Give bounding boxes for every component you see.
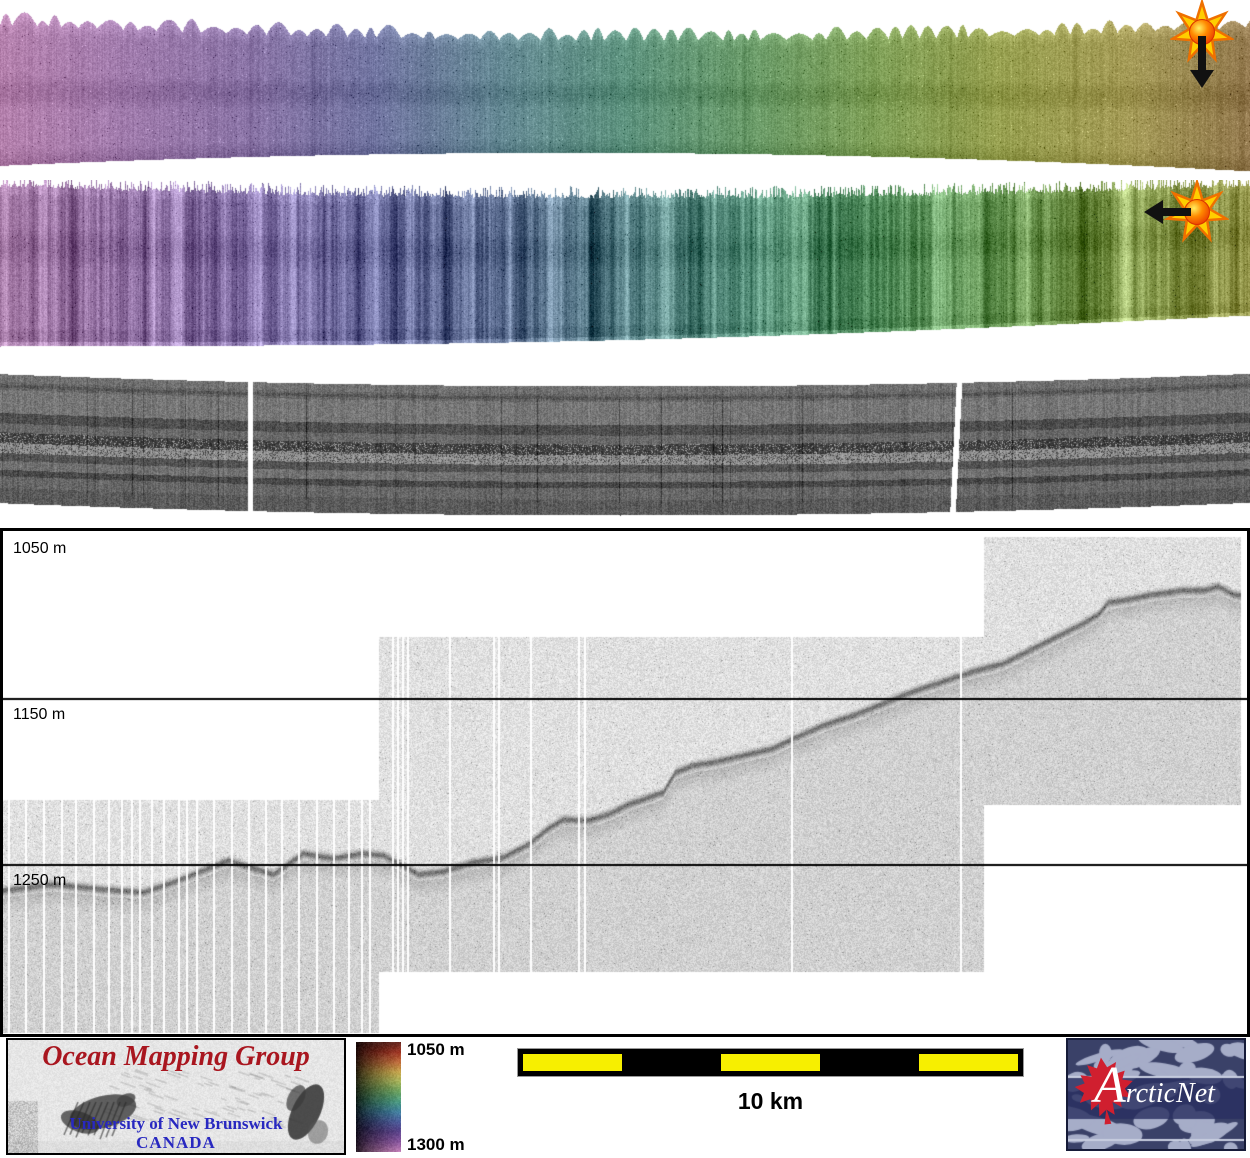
left-arrow-head xyxy=(1144,200,1163,224)
seismic-profile-panel: 1050 m 1150 m 1250 m xyxy=(0,528,1250,1037)
arcticnet-initial: A xyxy=(1094,1057,1126,1114)
ocean-mapping-figure: 1050 m 1150 m 1250 m Ocean Mapping Group… xyxy=(0,0,1250,1158)
arcticnet-wordmark: ArcticNet xyxy=(1094,1060,1215,1112)
scale-bar-segment xyxy=(523,1054,622,1071)
left-arrow-shaft xyxy=(1161,208,1191,216)
depth-label-1250: 1250 m xyxy=(13,873,66,889)
scale-bar-segment xyxy=(919,1054,1018,1071)
map-scale-bar xyxy=(518,1049,1023,1076)
backscatter-swath-image xyxy=(0,180,1250,355)
depth-label-1050: 1050 m xyxy=(13,541,66,557)
down-arrow-shaft xyxy=(1198,36,1206,72)
depth-label-1150: 1150 m xyxy=(13,707,65,723)
colorbar-top-label: 1050 m xyxy=(407,1040,465,1060)
subbottom-strip-image xyxy=(0,358,1250,528)
sun-flare-with-down-arrow-icon xyxy=(1170,0,1234,116)
omg-logo-country: CANADA xyxy=(8,1133,344,1153)
down-arrow-head xyxy=(1190,70,1214,88)
scale-bar-segment xyxy=(721,1054,820,1071)
depth-colorbar xyxy=(356,1042,401,1152)
omg-logo-title: Ocean Mapping Group xyxy=(8,1041,344,1073)
seismic-profile-image xyxy=(3,531,1247,1034)
arcticnet-rest: rcticNet xyxy=(1126,1078,1215,1109)
ocean-mapping-group-logo: Ocean Mapping Group University of New Br… xyxy=(6,1038,346,1155)
colorbar-bottom-label: 1300 m xyxy=(407,1135,465,1155)
arcticnet-logo: ArcticNet xyxy=(1066,1038,1246,1151)
sun-flare-with-left-arrow-icon xyxy=(1137,180,1229,244)
bathymetry-swath-image xyxy=(0,0,1250,185)
omg-logo-university: University of New Brunswick xyxy=(8,1114,344,1134)
scale-bar-label: 10 km xyxy=(518,1088,1023,1115)
